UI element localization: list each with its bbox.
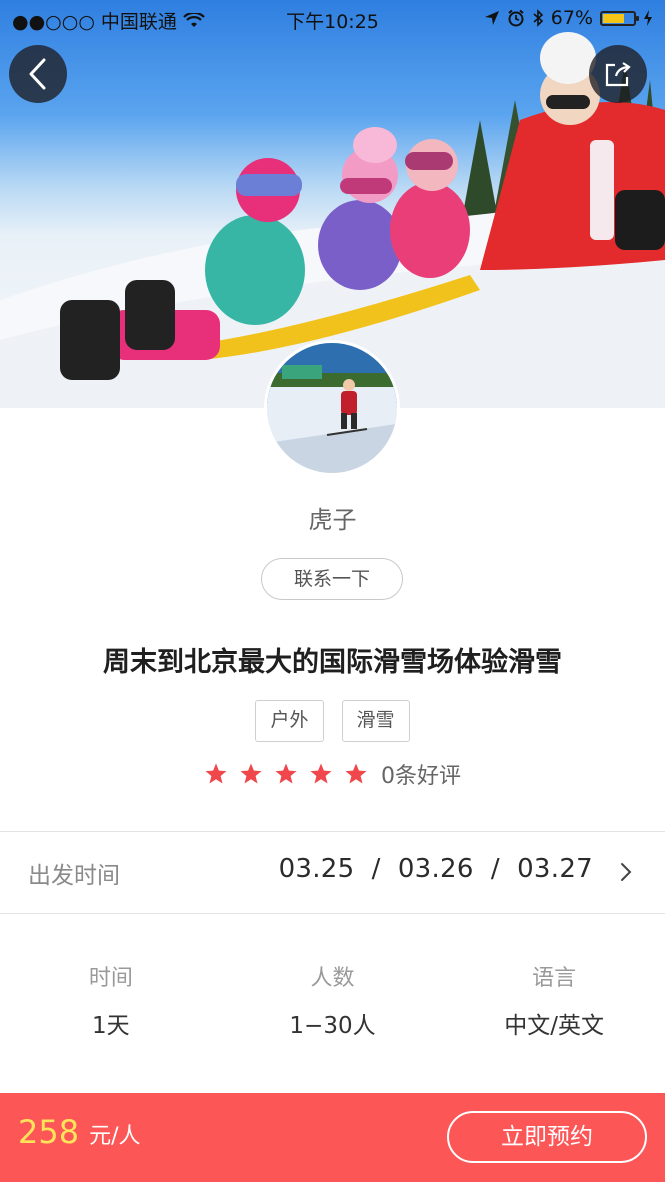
review-count[interactable]: 0条好评: [381, 758, 461, 790]
avatar-photo: [267, 343, 397, 473]
status-time: 下午10:25: [286, 11, 379, 33]
tag-outdoor: 户外: [255, 700, 324, 742]
price-amount: 258: [18, 1113, 80, 1151]
star-icon: [310, 763, 332, 784]
battery-icon: [600, 10, 639, 26]
detail-language: 语言 中文/英文: [443, 960, 665, 1040]
tag-skiing: 滑雪: [341, 700, 410, 742]
alarm-icon: [508, 9, 524, 27]
status-right: 67%: [484, 7, 653, 29]
detail-label: 时间: [88, 966, 133, 991]
departure-row[interactable]: 出发时间 03.25 / 03.26 / 03.27: [0, 832, 665, 912]
detail-label: 人数: [310, 966, 355, 991]
charging-icon: [644, 10, 652, 26]
status-bar: ●●○○○ 中国联通 下午10:25 67%: [0, 0, 665, 36]
guide-name: 虎子: [308, 506, 357, 534]
star-icon: [205, 763, 227, 784]
share-icon: [605, 62, 631, 87]
rating-row: 0条好评: [0, 758, 665, 790]
detail-value: 1−30人: [289, 1013, 376, 1039]
guide-avatar[interactable]: [264, 340, 400, 476]
location-arrow-icon: [484, 11, 499, 25]
back-button[interactable]: [9, 45, 67, 103]
activity-title: 周末到北京最大的国际滑雪场体验滑雪: [103, 647, 562, 678]
detail-grid: 时间 1天 人数 1−30人 语言 中文/英文: [0, 960, 665, 1040]
battery-percent: 67%: [550, 7, 593, 29]
bluetooth-icon: [533, 9, 543, 27]
contact-button[interactable]: 联系一下: [261, 558, 403, 600]
share-button[interactable]: [589, 45, 647, 103]
booking-bar: 258 元/人 立即预约: [0, 1093, 665, 1182]
price-block: 258 元/人: [18, 1113, 141, 1151]
detail-label: 语言: [532, 966, 577, 991]
departure-label: 出发时间: [28, 863, 120, 889]
departure-dates: 03.25 / 03.26 / 03.27: [278, 854, 593, 884]
tag-list: 户外 滑雪: [0, 700, 665, 742]
star-icon: [275, 763, 297, 784]
price-unit: 元/人: [89, 1124, 141, 1149]
star-icon: [345, 763, 367, 784]
detail-group-size: 人数 1−30人: [222, 960, 444, 1040]
star-icon: [240, 763, 262, 784]
book-now-button[interactable]: 立即预约: [447, 1111, 647, 1163]
detail-duration: 时间 1天: [0, 960, 222, 1040]
detail-value: 中文/英文: [504, 1013, 605, 1039]
divider: [0, 913, 665, 914]
chevron-left-icon: [29, 58, 46, 90]
chevron-right-icon: [621, 863, 632, 881]
detail-value: 1天: [92, 1013, 130, 1039]
